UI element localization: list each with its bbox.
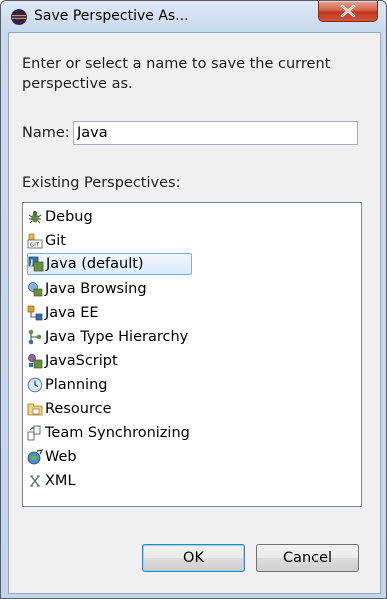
list-item-label: Debug [45, 209, 93, 225]
list-item[interactable]: XML [27, 470, 82, 492]
planning-icon [27, 377, 43, 393]
list-item-label: Team Synchronizing [45, 425, 190, 441]
title-bar[interactable]: Save Perspective As... [1, 1, 386, 33]
save-perspective-dialog: Save Perspective As... Enter or select a… [0, 0, 387, 599]
cancel-button[interactable]: Cancel [256, 544, 359, 572]
svg-text:J: J [30, 259, 34, 267]
git-icon: GIT [27, 233, 43, 249]
list-item[interactable]: Debug [27, 206, 99, 228]
list-item-label: Java (default) [46, 256, 144, 272]
team-sync-icon [27, 425, 41, 441]
javascript-icon [28, 354, 43, 369]
java-icon: J [28, 256, 44, 272]
svg-text:GIT: GIT [30, 243, 40, 249]
web-icon [27, 449, 43, 465]
list-item-label: Web [45, 449, 77, 465]
name-label: Name: [22, 125, 70, 141]
list-item[interactable]: JavaScript [27, 350, 124, 372]
list-item[interactable]: Java Type Hierarchy [27, 326, 194, 348]
list-item-label: Resource [45, 401, 112, 417]
list-item-selected[interactable]: J Java (default) [27, 253, 192, 275]
eclipse-icon [11, 9, 27, 25]
java-ee-icon [27, 305, 43, 321]
resource-icon [27, 403, 43, 416]
list-item-label: Git [45, 233, 66, 249]
debug-icon [28, 211, 42, 224]
list-item[interactable]: Resource [27, 398, 118, 420]
dialog-body: Enter or select a name to save the curre… [8, 32, 381, 594]
name-field[interactable] [73, 121, 358, 145]
list-item[interactable]: Web [27, 446, 83, 468]
list-item[interactable]: Planning [27, 374, 113, 396]
dialog-description: Enter or select a name to save the curre… [22, 56, 331, 92]
list-item-label: Java Type Hierarchy [45, 329, 189, 345]
list-item[interactable]: Java Browsing [27, 278, 153, 300]
xml-icon [30, 475, 40, 487]
close-icon [340, 5, 356, 17]
list-item[interactable]: Java EE [27, 302, 105, 324]
list-item-label: Java Browsing [45, 281, 147, 297]
list-item-label: XML [45, 473, 76, 489]
java-browsing-icon [28, 282, 43, 297]
list-item-label: Java EE [45, 305, 99, 321]
list-item-label: JavaScript [45, 353, 118, 369]
window-title: Save Perspective As... [34, 8, 189, 24]
perspectives-list[interactable]: Debug GIT Git J Java (default) Java Brow… [22, 202, 362, 507]
type-hierarchy-icon [28, 329, 42, 345]
list-item-label: Planning [45, 377, 108, 393]
list-item[interactable]: GIT Git [27, 230, 72, 252]
close-button[interactable] [318, 1, 378, 22]
existing-perspectives-label: Existing Perspectives: [22, 175, 181, 191]
list-item[interactable]: Team Synchronizing [27, 422, 196, 444]
ok-button[interactable]: OK [142, 544, 245, 572]
